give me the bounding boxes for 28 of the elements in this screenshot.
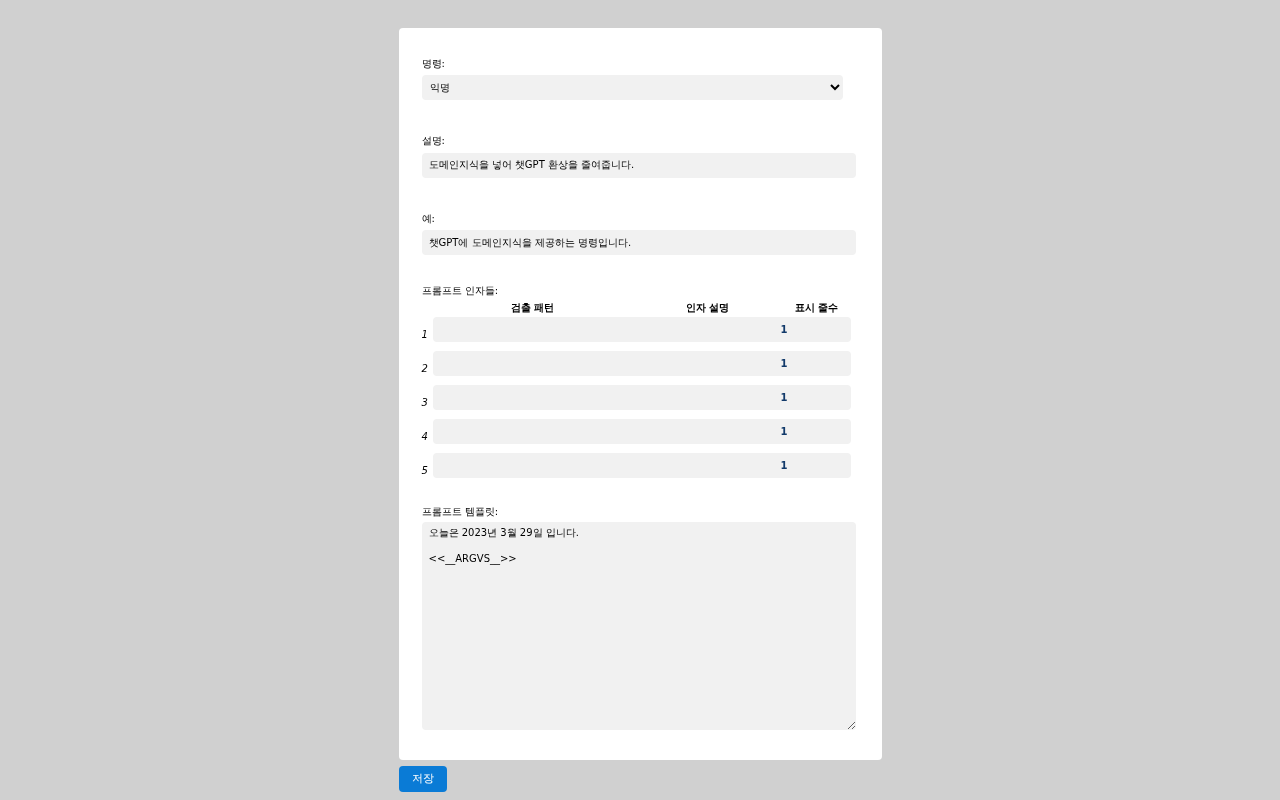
field-label: 명령: (421, 58, 446, 70)
example-field[interactable]: 챗GPT에 도메인지식을 제공하는 명령입니다. (421, 230, 856, 255)
row-number: 5 (421, 464, 429, 478)
description-field[interactable]: 도메인지식을 넣어 챗GPT 환상을 줄여줍니다. (421, 152, 856, 178)
template-textarea[interactable]: 오늘은 2023년 3월 29일 입니다. <<__ARGVS__>> (421, 522, 856, 730)
command-select[interactable]: 익명 (421, 75, 843, 100)
row-number: 3 (421, 396, 429, 410)
column-header: 검출 패턴 (510, 301, 555, 314)
row-number: 4 (421, 430, 429, 444)
line-count-field[interactable]: 1 (772, 317, 851, 342)
line-count-field[interactable]: 1 (772, 351, 851, 376)
field-label: 프롬프트 인자들: (421, 285, 500, 297)
line-count-field[interactable]: 1 (772, 453, 851, 478)
field-label: 프롬프트 템플릿: (421, 506, 500, 518)
column-header: 인자 설명 (685, 301, 730, 314)
field-label: 설명: (421, 135, 446, 147)
line-count-field[interactable]: 1 (772, 419, 851, 444)
line-count-field[interactable]: 1 (772, 385, 851, 410)
row-number: 1 (421, 328, 429, 342)
argument-row-field[interactable]: 1 (432, 351, 851, 376)
column-header: 표시 줄수 (794, 301, 839, 314)
argument-row-field[interactable]: 1 (432, 317, 851, 342)
argument-row-field[interactable]: 1 (432, 385, 851, 410)
argument-row-field[interactable]: 1 (432, 453, 851, 478)
save-button[interactable]: 저장 (398, 766, 447, 792)
row-number: 2 (421, 362, 429, 376)
field-label: 예: (421, 212, 436, 225)
argument-row-field[interactable]: 1 (432, 419, 851, 444)
